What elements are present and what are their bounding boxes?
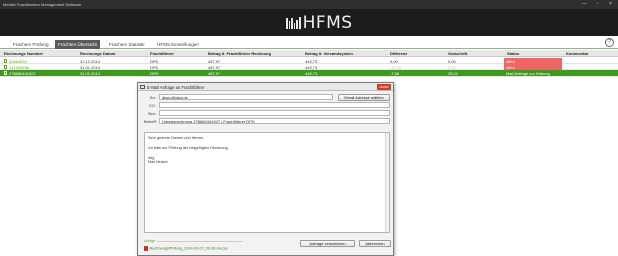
- invoice-number: 278680441927: [9, 70, 36, 76]
- table-header: Rechnungs Nummer Rechnungs Datum Frachtf…: [0, 50, 618, 57]
- tab-frachten-uebersicht[interactable]: Frachten Übersicht: [55, 40, 100, 49]
- amount-invoice: 487,97: [208, 64, 221, 70]
- status-text: offen: [506, 64, 515, 70]
- document-icon: [4, 59, 7, 63]
- logo-bars-icon: [286, 17, 301, 29]
- cc-field[interactable]: [159, 102, 390, 108]
- to-label: An:: [149, 95, 156, 100]
- window-title: Medikit Frachtkosten Management Software: [3, 2, 82, 7]
- column-header[interactable]: Gutschrift: [448, 51, 467, 56]
- difference: -33,95: [390, 64, 402, 70]
- column-header[interactable]: Rechnungs Nummer: [4, 51, 43, 56]
- document-icon: [4, 65, 7, 69]
- invoice-link[interactable]: 53464834: [4, 59, 27, 64]
- carrier: DPD: [150, 58, 159, 64]
- bcc-field[interactable]: [159, 110, 390, 116]
- cc-label: CC:: [149, 103, 156, 108]
- invoice-link[interactable]: 278680441927: [4, 71, 36, 76]
- window-controls: — ▫ ×: [581, 1, 614, 7]
- send-request-button[interactable]: Anfrage verschicken: [300, 240, 355, 247]
- body-line: ich bitte um Prüfung der beigefügten Rec…: [148, 146, 229, 150]
- dialog-close-button[interactable]: close: [377, 84, 391, 90]
- tab-hfms-einstellungen[interactable]: HFMS Einstellungen: [154, 40, 202, 49]
- difference: -7,98: [390, 70, 400, 76]
- attachment-filename: RechnungsPrüfung_2014-02-07_09-16-04.csv: [149, 246, 228, 251]
- column-header[interactable]: Betrag lt. Versandsystem: [305, 51, 353, 56]
- invoice-number: 53464834: [9, 58, 27, 64]
- cancel-button[interactable]: Abbrechen: [359, 240, 391, 247]
- attachment-divider: [157, 241, 243, 242]
- column-header[interactable]: Rechnungs Datum: [80, 51, 115, 56]
- dialog-title: E-Mail Anfrage an Frachtführer: [147, 84, 205, 90]
- column-header[interactable]: Status: [507, 51, 519, 56]
- subject-field[interactable]: Umsatzrechnung 278680441927 / Frachtführ…: [159, 118, 390, 124]
- document-icon: [4, 71, 7, 75]
- select-address-button[interactable]: Email Adresse wählen: [338, 93, 390, 101]
- amount-shipping: 445,73: [305, 70, 318, 76]
- vertical-scrollbar[interactable]: [385, 133, 389, 232]
- column-header[interactable]: Frachtführer: [150, 51, 174, 56]
- column-header[interactable]: Kommentar: [566, 51, 588, 56]
- minimize-icon[interactable]: —: [581, 1, 588, 7]
- body-line: Sehr geehrte Damen und Herren,: [148, 136, 205, 140]
- amount-shipping: 445,73: [305, 58, 318, 64]
- to-field[interactable]: dispo@dpd.de: [159, 94, 333, 100]
- attachment-label: Anlage: [144, 239, 156, 243]
- invoice-number: 241525456: [9, 64, 30, 70]
- tab-frachten-pruefung[interactable]: Frachten Prüfung: [10, 40, 52, 49]
- maximize-icon[interactable]: ▫: [594, 1, 601, 7]
- close-window-icon[interactable]: ×: [607, 1, 614, 7]
- table-row-selected[interactable]: 278680441927 31.01.2014 DPD 487,97 445,7…: [0, 70, 618, 77]
- invoice-date: 31.01.2014: [80, 64, 101, 70]
- tab-frachten-statistik[interactable]: Frachten Statistik: [106, 40, 148, 49]
- window-titlebar: Medikit Frachtkosten Management Software…: [0, 0, 618, 9]
- message-body-textarea[interactable]: Sehr geehrte Damen und Herren, ich bitte…: [144, 132, 390, 233]
- attachment-file[interactable]: RechnungsPrüfung_2014-02-07_09-16-04.csv: [144, 246, 228, 251]
- subject-label: Betreff:: [144, 119, 157, 124]
- carrier: DPD: [150, 70, 159, 76]
- body-line: Max Muster: [148, 160, 168, 164]
- carrier: DPD: [150, 64, 159, 70]
- app-logo: HFMS: [286, 13, 353, 33]
- amount-shipping: 445,73: [305, 64, 318, 70]
- difference: 0,00: [390, 58, 398, 64]
- credit: 25,21: [448, 70, 459, 76]
- invoice-date: 31.12.2013: [80, 58, 101, 64]
- mail-icon: [140, 84, 145, 89]
- invoice-date: 31.01.2014: [80, 70, 101, 76]
- column-header[interactable]: Betrag lt. Frachtführer Rechnung: [208, 51, 271, 56]
- tab-bar: Frachten Prüfung Frachten Übersicht Frac…: [0, 36, 618, 49]
- logo-text: HFMS: [302, 13, 353, 33]
- bcc-label: Bcc:: [148, 111, 156, 116]
- help-icon[interactable]: ?: [605, 38, 614, 47]
- email-dialog: E-Mail Anfrage an Frachtführer close An:…: [137, 82, 394, 256]
- credit: 3,25: [448, 64, 456, 70]
- amount-invoice: 487,97: [208, 70, 221, 76]
- credit: 0,00: [448, 58, 456, 64]
- status-text: offen: [506, 58, 515, 64]
- invoice-link[interactable]: 241525456: [4, 65, 29, 70]
- status-text: Mail Anfrage zur Klärung: [506, 70, 550, 76]
- column-header[interactable]: Differenz: [390, 51, 407, 56]
- amount-invoice: 487,97: [208, 58, 221, 64]
- dialog-titlebar[interactable]: E-Mail Anfrage an Frachtführer close: [138, 83, 393, 91]
- file-icon: [144, 246, 148, 251]
- app-header: HFMS: [0, 9, 618, 36]
